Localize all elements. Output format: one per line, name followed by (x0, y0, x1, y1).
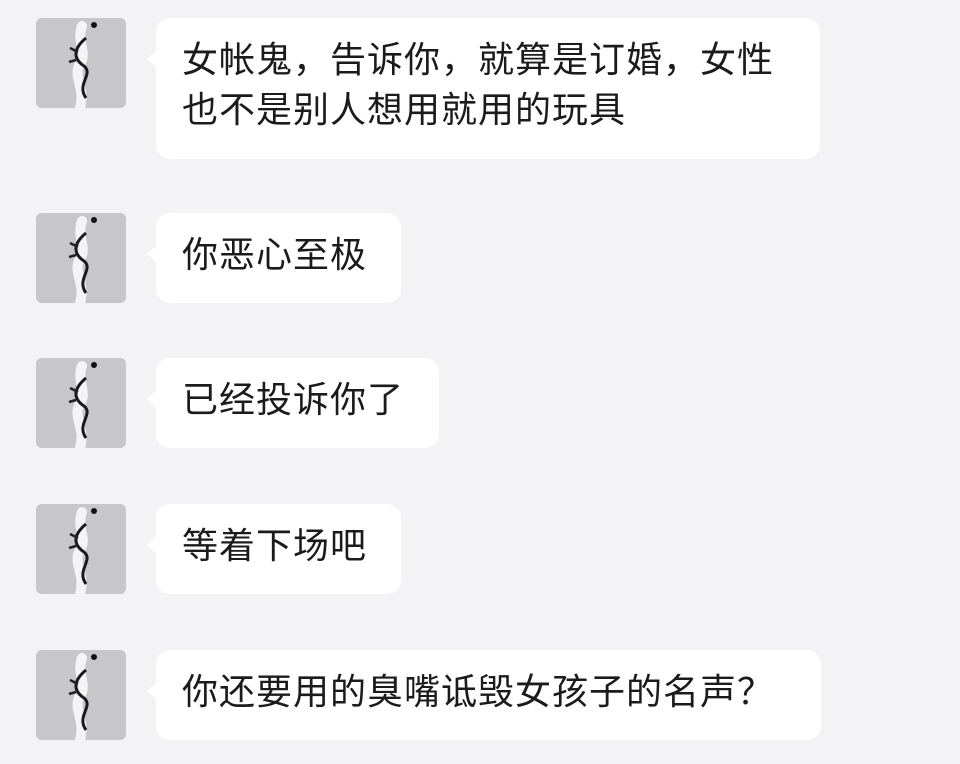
avatar[interactable] (36, 358, 126, 448)
avatar-image-icon (36, 504, 126, 594)
message-bubble: 等着下场吧 (147, 504, 401, 594)
chat-message-list: 女帐鬼，告诉你，就算是订婚，女性 也不是别人想用就用的玩具 你恶心至极 已经投诉… (0, 0, 960, 764)
message-bubble: 女帐鬼，告诉你，就算是订婚，女性 也不是别人想用就用的玩具 (147, 18, 820, 159)
avatar[interactable] (36, 504, 126, 594)
avatar-image-icon (36, 650, 126, 740)
avatar[interactable] (36, 213, 126, 303)
message-bubble: 已经投诉你了 (147, 358, 439, 448)
avatar-image-icon (36, 213, 126, 303)
message-bubble: 你还要用的臭嘴诋毁女孩子的名声？ (147, 650, 821, 740)
message-bubble: 你恶心至极 (147, 213, 401, 303)
avatar[interactable] (36, 650, 126, 740)
avatar-image-icon (36, 18, 126, 108)
avatar-image-icon (36, 358, 126, 448)
avatar[interactable] (36, 18, 126, 108)
